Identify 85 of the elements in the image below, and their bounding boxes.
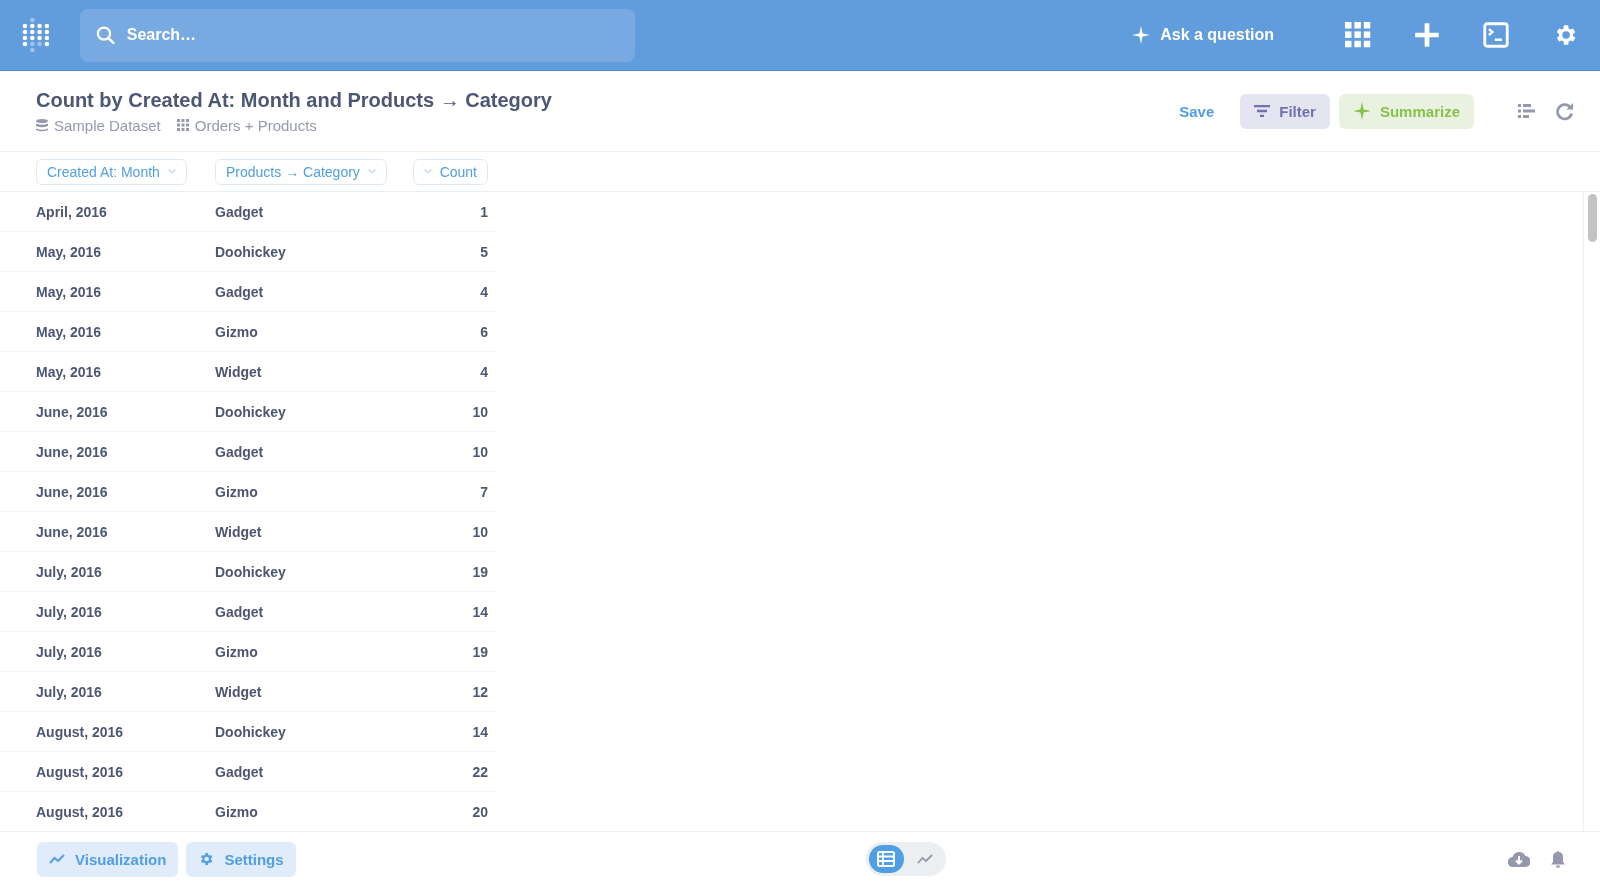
search-icon [96,25,115,45]
table-cell-text: 7 [479,483,489,500]
table-link[interactable]: Orders + Products [176,116,317,134]
table-cell-text: Gizmo [215,323,259,340]
column-header[interactable]: Count [412,158,488,185]
table-cell-text: 10 [471,523,489,540]
table-cell-text: August, 2016 [35,723,125,740]
table-cell-text: 12 [471,683,489,700]
database-link[interactable]: Sample Dataset [36,116,161,134]
ask-question-button[interactable]: Ask a question [1126,25,1280,45]
table-cell-text: June, 2016 [35,403,109,420]
table-cell-text: Gadget [215,443,265,460]
sparkle-icon [1352,102,1371,120]
table-cell-text: May, 2016 [35,363,103,380]
table-cell-text: 4 [479,283,489,300]
settings-button[interactable]: Settings [186,841,296,877]
summarize-button[interactable]: Summarize [1338,93,1474,129]
view-toggle-option[interactable] [868,845,904,873]
table-cell-text: 14 [471,723,489,740]
filter-icon [1254,105,1271,117]
line-chart-icon [917,854,934,864]
table-cell-text: Gadget [215,603,265,620]
search-field[interactable]: Search… [80,8,635,62]
apps-grid-icon[interactable] [1345,22,1371,48]
database-icon [36,118,48,132]
table-cell-text: June, 2016 [35,483,109,500]
chevron-down-icon [367,169,376,174]
list-icon[interactable] [1518,104,1535,118]
question-title: Count by Created At: Month and Products → Category [36,88,553,112]
table-cell-text: June, 2016 [35,523,109,540]
filter-button[interactable]: Filter [1240,93,1330,129]
table-cell-text: Gadget [215,203,265,220]
refresh-icon[interactable] [1555,101,1574,121]
table-cell-text: Gizmo [215,483,259,500]
table-cell-text: Widget [215,683,263,700]
table-cell-text: May, 2016 [35,243,103,260]
table-cell-text: 6 [479,323,489,340]
table-cell-text: Doohickey [215,243,287,260]
logo-icon[interactable] [22,18,50,52]
table-cell-text: 4 [479,363,489,380]
cloud-download-icon[interactable] [1508,851,1530,867]
line-chart-icon [49,854,65,864]
table-cell-text: Doohickey [215,403,287,420]
column-header[interactable]: Products → Category [215,158,387,185]
save-button[interactable]: Save [1165,93,1229,129]
grid-icon [176,119,189,131]
bell-icon[interactable] [1550,850,1566,868]
table-cell-text: July, 2016 [35,603,103,620]
table-cell-text: 22 [471,763,489,780]
table-cell-text: 1 [479,203,489,220]
table-cell-text: July, 2016 [35,643,103,660]
table-cell-text: Gadget [215,763,265,780]
table-cell-text: Gizmo [215,803,259,820]
table-cell-text: Widget [215,363,263,380]
table-cell-text: June, 2016 [35,443,109,460]
sparkle-icon [1132,26,1151,44]
terminal-icon[interactable] [1483,22,1509,48]
table-cell-text: 10 [471,443,489,460]
settings-icon [198,851,215,867]
table-cell-text: Widget [215,523,263,540]
table-cell-text: May, 2016 [35,283,103,300]
table-cell-text: 19 [471,643,489,660]
table-cell-text: 10 [471,403,489,420]
table-cell-text: 14 [471,603,489,620]
table-cell-text: August, 2016 [35,763,125,780]
table-cell-text: July, 2016 [35,563,103,580]
table-cell-text: Doohickey [215,563,287,580]
table-cell-text: Gizmo [215,643,259,660]
table-cell-text: April, 2016 [35,203,108,220]
table-cell-text: 20 [471,803,489,820]
add-icon[interactable] [1414,22,1440,48]
table-cell-text: August, 2016 [35,803,125,820]
table-cell-text: May, 2016 [35,323,103,340]
visualization-button[interactable]: Visualization [37,841,179,877]
table-cell-text: 19 [471,563,489,580]
table-cell-text: July, 2016 [35,683,103,700]
column-header[interactable]: Created At: Month [36,158,187,185]
search-input: Search… [124,25,619,45]
table-icon [877,851,896,867]
chevron-down-icon [423,169,432,174]
chevron-down-icon [167,169,176,174]
scrollbar-thumb[interactable] [1588,194,1597,242]
table-cell-text: 5 [479,243,489,260]
table-cell-text: Gadget [215,283,265,300]
table-cell-text: Doohickey [215,723,287,740]
